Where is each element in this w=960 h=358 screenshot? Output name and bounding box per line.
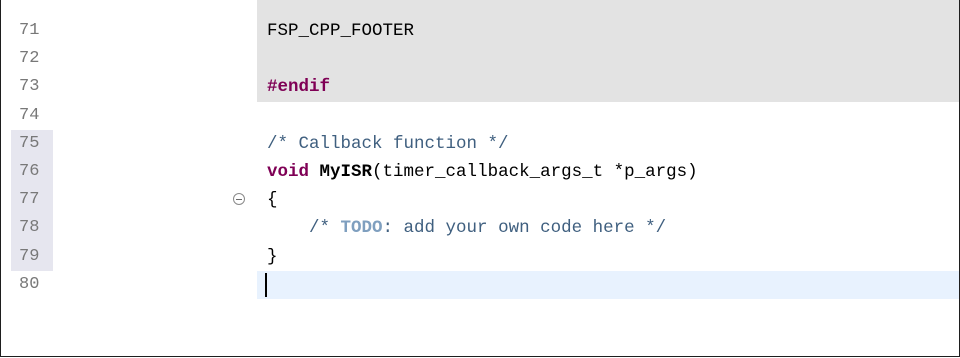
line-number: 76 <box>11 157 53 187</box>
line-number: 80 <box>19 274 40 294</box>
code-line <box>257 45 959 74</box>
line-number: 79 <box>11 242 53 271</box>
todo-tag: TODO <box>340 218 383 239</box>
preprocessor-keyword: #endif <box>267 77 331 98</box>
fold-collapse-icon[interactable] <box>233 193 245 205</box>
current-code-line[interactable] <box>257 270 959 299</box>
line-number: 71 <box>19 21 40 40</box>
type-keyword: void <box>267 161 310 182</box>
open-brace: { <box>267 190 278 211</box>
code-line: void MyISR(timer_callback_args_t *p_args… <box>257 158 959 186</box>
code-line: FSP_CPP_FOOTER <box>257 17 959 46</box>
line-numbers: 71 72 73 74 75 76 77 78 79 80 <box>11 17 53 299</box>
macro-text: FSP_CPP_FOOTER <box>267 21 415 41</box>
code-line: } <box>257 243 959 271</box>
disabled-code-region-top <box>257 0 959 17</box>
line-number: 78 <box>11 214 53 243</box>
function-name: MyISR <box>319 161 373 182</box>
code-line: /* TODO: add your own code here */ <box>309 218 667 239</box>
line-number: 72 <box>19 49 40 69</box>
code-line: { <box>257 186 959 214</box>
function-params: (timer_callback_args_t *p_args) <box>372 161 698 182</box>
code-line: /* Callback function */ <box>257 130 959 158</box>
comment-text: /* Callback function */ <box>267 133 509 154</box>
code-area[interactable]: FSP_CPP_FOOTER #endif /* Callback functi… <box>257 17 959 299</box>
line-number: 73 <box>19 77 40 97</box>
line-number: 77 <box>11 186 53 215</box>
code-line: #endif <box>257 73 959 102</box>
code-editor[interactable]: 71 72 73 74 75 76 77 78 79 80 FSP_CPP_FO… <box>0 0 960 357</box>
line-number: 74 <box>19 105 40 125</box>
line-number: 75 <box>11 129 53 158</box>
text-cursor <box>265 272 267 297</box>
line-number-gutter: 71 72 73 74 75 76 77 78 79 80 <box>1 0 233 356</box>
close-brace: } <box>267 246 278 267</box>
